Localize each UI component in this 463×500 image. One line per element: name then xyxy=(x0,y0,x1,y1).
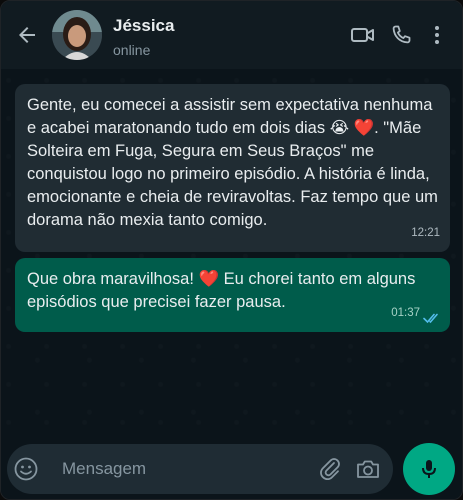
contact-name[interactable]: Jéssica xyxy=(113,16,174,36)
heart-emoji: ❤️ xyxy=(198,270,220,288)
contact-status: online xyxy=(113,42,151,58)
message-list: Gente, eu comecei a assistir sem expecta… xyxy=(1,69,462,435)
camera-icon[interactable] xyxy=(355,456,381,482)
paperclip-icon[interactable] xyxy=(317,456,343,482)
arrow-left-icon[interactable] xyxy=(15,23,39,47)
message-text: Gente, eu comecei a assistir sem expecta… xyxy=(27,96,438,229)
emoji-icon[interactable] xyxy=(13,456,39,482)
incoming-message[interactable]: Gente, eu comecei a assistir sem expecta… xyxy=(15,84,450,252)
phone-icon[interactable] xyxy=(388,23,414,47)
crying-emoji: 😭 xyxy=(329,119,349,137)
avatar-image xyxy=(52,10,102,60)
outgoing-message[interactable]: Que obra maravilhosa! ❤️ Eu chorei tanto… xyxy=(15,258,450,332)
composer-bar: Mensagem xyxy=(1,435,462,499)
message-time: 12:21 xyxy=(411,227,440,239)
microphone-icon xyxy=(422,460,436,478)
read-receipt-icon xyxy=(423,313,438,324)
more-vertical-icon[interactable] xyxy=(425,23,449,47)
message-input[interactable]: Mensagem xyxy=(7,444,393,494)
chat-header: Jéssica online xyxy=(1,1,462,69)
message-time: 01:37 xyxy=(391,307,420,319)
microphone-button[interactable] xyxy=(403,443,455,495)
video-call-icon[interactable] xyxy=(350,23,376,47)
message-placeholder[interactable]: Mensagem xyxy=(62,459,146,479)
heart-emoji: ❤️ xyxy=(353,119,375,137)
avatar[interactable] xyxy=(52,10,102,60)
message-text: Que obra maravilhosa! ❤️ Eu chorei tanto… xyxy=(27,270,416,311)
chat-window: Jéssica online Gente, eu comecei a assis… xyxy=(0,0,463,500)
